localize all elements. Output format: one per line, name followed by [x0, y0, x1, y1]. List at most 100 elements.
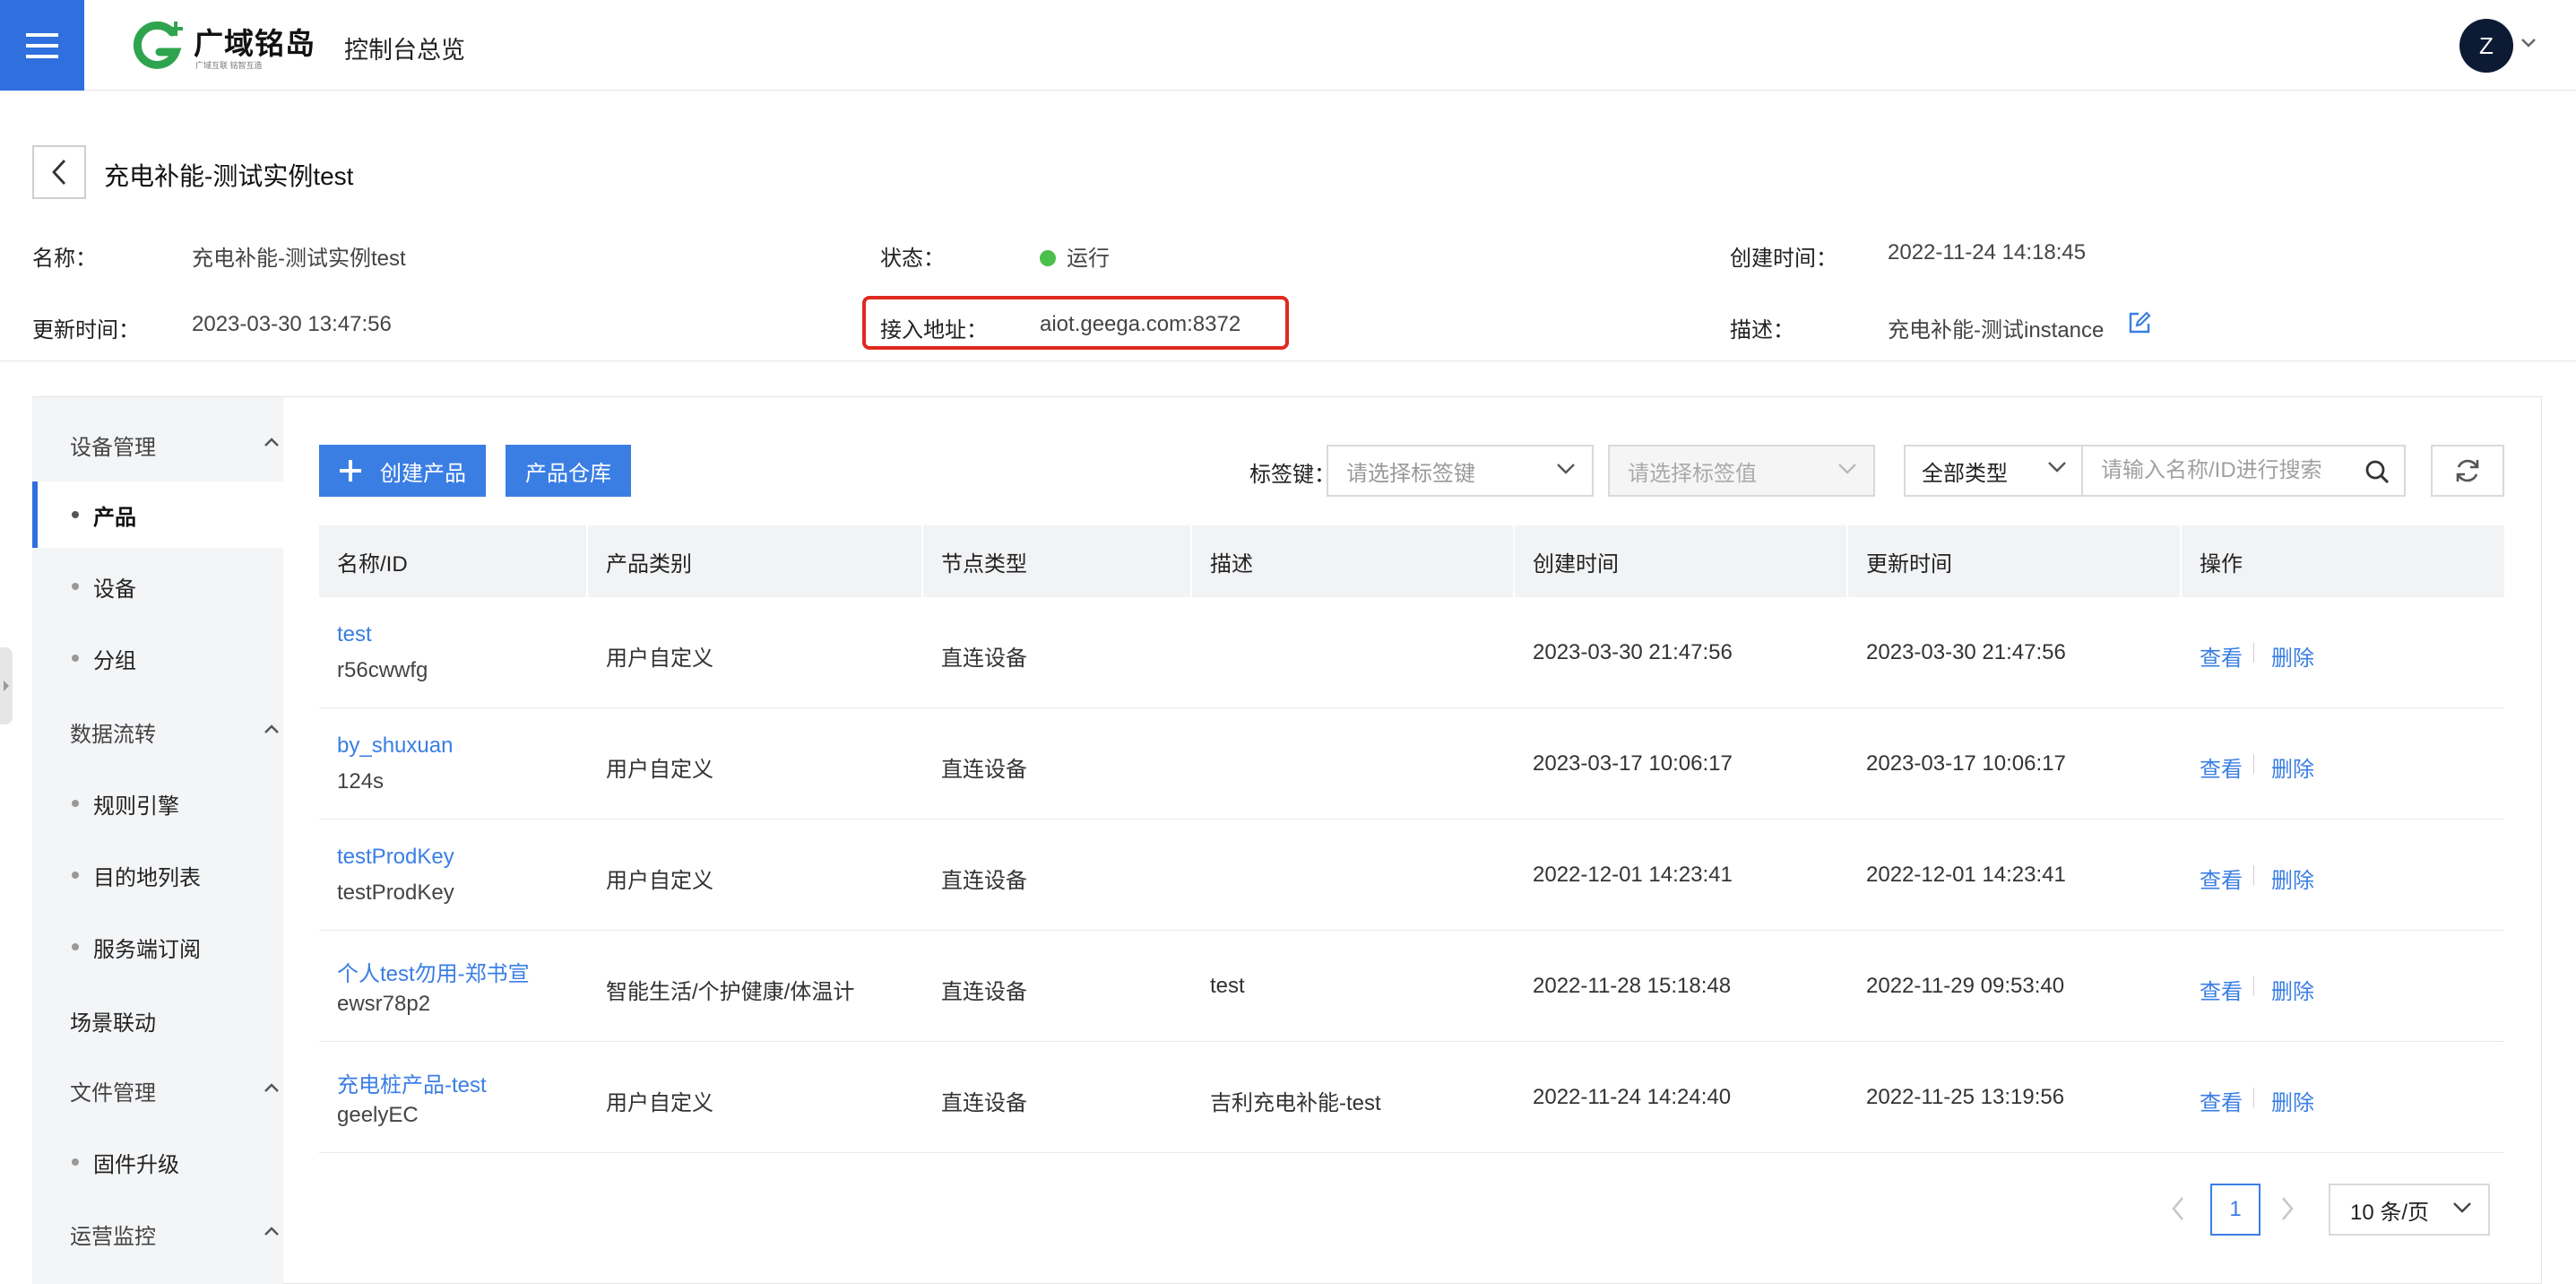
type-filter-select[interactable]: 全部类型	[1906, 447, 2083, 495]
status-text: 运行	[1067, 247, 1110, 271]
brand-logo[interactable]: 广域铭岛 广域互联 铭智互造	[131, 20, 319, 74]
search-input[interactable]	[2085, 447, 2354, 495]
bullet-icon	[72, 655, 79, 662]
tag-value-select[interactable]: 请选择标签值	[1608, 445, 1875, 497]
sidebar-item-rule-engine[interactable]: 规则引擎	[32, 770, 283, 837]
product-id: ewsr78p2	[337, 992, 431, 1016]
sidebar-item-scene-linkage[interactable]: 场景联动	[70, 1005, 156, 1037]
column-header-node-type: 节点类型	[941, 551, 1027, 577]
view-button[interactable]: 查看	[2200, 751, 2243, 783]
sidebar-item-device[interactable]: 设备	[32, 553, 283, 620]
sidebar-item-label: 固件升级	[93, 1152, 179, 1177]
sidebar-item-label: 产品	[93, 505, 136, 530]
node-type: 直连设备	[941, 980, 1027, 1004]
sidebar-item-group[interactable]: 分组	[32, 625, 283, 691]
product-category: 用户自定义	[606, 758, 713, 782]
chevron-down-icon	[1838, 464, 1856, 474]
sidebar-group-dataflow[interactable]: 数据流转	[70, 716, 156, 748]
updated-time: 2022-12-01 14:23:41	[1866, 863, 2066, 887]
product-name-link[interactable]: 充电桩产品-test	[337, 1067, 487, 1098]
refresh-icon	[2456, 459, 2479, 482]
product-description: 吉利充电补能-test	[1210, 1091, 1381, 1115]
bullet-icon	[72, 800, 79, 807]
tag-key-select[interactable]: 请选择标签键	[1327, 445, 1594, 497]
header-divider	[0, 360, 2576, 361]
table-row: test r56cwwfg 用户自定义 直连设备 2023-03-30 21:4…	[319, 597, 2504, 708]
product-name-link[interactable]: 个人test勿用-郑书宣	[337, 956, 530, 987]
view-button[interactable]: 查看	[2200, 863, 2243, 894]
node-type: 直连设备	[941, 869, 1027, 893]
edit-icon[interactable]	[2128, 311, 2151, 334]
column-header-category: 产品类别	[606, 551, 692, 577]
page-size-value: 10 条/页	[2350, 1200, 2430, 1225]
view-button[interactable]: 查看	[2200, 974, 2243, 1005]
view-button[interactable]: 查看	[2200, 1085, 2243, 1116]
user-avatar[interactable]: Z	[2459, 19, 2513, 73]
tag-key-label: 标签键：	[1249, 463, 1336, 487]
prev-page-icon[interactable]	[2171, 1196, 2185, 1221]
chevron-right-icon	[4, 681, 9, 691]
desc-label: 描述：	[1730, 318, 1794, 343]
page-1-button[interactable]: 1	[2210, 1184, 2260, 1236]
bullet-icon	[72, 872, 79, 879]
sidebar-item-label: 服务端订阅	[93, 937, 201, 962]
product-category: 用户自定义	[606, 646, 713, 671]
sidebar-item-destinations[interactable]: 目的地列表	[32, 842, 283, 908]
created-time: 2022-11-28 15:18:48	[1533, 974, 1732, 998]
type-filter-value: 全部类型	[1922, 461, 2008, 486]
chevron-up-icon[interactable]	[264, 1082, 280, 1093]
product-id: testProdKey	[337, 881, 454, 905]
search-group: 全部类型	[1904, 445, 2406, 497]
sidebar-item-product[interactable]: 产品	[32, 482, 283, 548]
updated-value: 2023-03-30 13:47:56	[192, 312, 392, 336]
sidebar-item-server-subscription[interactable]: 服务端订阅	[32, 914, 283, 980]
refresh-button[interactable]	[2431, 445, 2504, 497]
sidebar-group-device[interactable]: 设备管理	[70, 429, 156, 461]
status-dot-icon	[1040, 249, 1056, 266]
chevron-down-icon[interactable]	[2520, 38, 2537, 48]
hamburger-icon	[26, 32, 58, 58]
logo-mark-icon	[133, 21, 183, 69]
chevron-up-icon[interactable]	[264, 1226, 280, 1236]
view-button[interactable]: 查看	[2200, 640, 2243, 672]
next-page-icon[interactable]	[2280, 1196, 2295, 1221]
status-value: 运行	[1040, 240, 1110, 272]
delete-button[interactable]: 删除	[2271, 751, 2314, 783]
chevron-up-icon[interactable]	[264, 724, 280, 734]
updated-time: 2022-11-29 09:53:40	[1866, 974, 2065, 998]
sidebar-group-file[interactable]: 文件管理	[70, 1075, 156, 1106]
table-row: testProdKey testProdKey 用户自定义 直连设备 2022-…	[319, 820, 2504, 931]
back-button[interactable]	[32, 145, 86, 199]
page-size-select[interactable]: 10 条/页	[2329, 1184, 2490, 1236]
delete-button[interactable]: 删除	[2271, 640, 2314, 672]
product-name-link[interactable]: test	[337, 622, 372, 647]
sidebar-collapse-handle[interactable]	[0, 647, 13, 724]
created-value: 2022-11-24 14:18:45	[1888, 240, 2087, 265]
tag-key-placeholder: 请选择标签键	[1346, 461, 1475, 486]
node-type: 直连设备	[941, 646, 1027, 671]
delete-button[interactable]: 删除	[2271, 974, 2314, 1005]
plus-icon	[340, 460, 361, 482]
sidebar-item-firmware[interactable]: 固件升级	[32, 1129, 283, 1195]
product-name-link[interactable]: by_shuxuan	[337, 733, 453, 759]
delete-button[interactable]: 删除	[2271, 1085, 2314, 1116]
column-header-description: 描述	[1210, 551, 1253, 577]
product-warehouse-button[interactable]: 产品仓库	[506, 445, 631, 497]
table-row: 充电桩产品-test geelyEC 用户自定义 直连设备 吉利充电补能-tes…	[319, 1042, 2504, 1153]
create-product-button[interactable]: 创建产品	[319, 445, 486, 497]
console-title-link[interactable]: 控制台总览	[344, 30, 465, 65]
table-row: 个人test勿用-郑书宣 ewsr78p2 智能生活/个护健康/体温计 直连设备…	[319, 931, 2504, 1042]
menu-button[interactable]	[0, 0, 84, 91]
node-type: 直连设备	[941, 1091, 1027, 1115]
action-divider	[2253, 865, 2254, 885]
updated-label: 更新时间：	[32, 318, 140, 343]
chevron-up-icon[interactable]	[264, 437, 280, 447]
delete-button[interactable]: 删除	[2271, 863, 2314, 894]
sidebar-item-label: 目的地列表	[93, 865, 201, 890]
created-time: 2022-12-01 14:23:41	[1533, 863, 1733, 887]
product-name-link[interactable]: testProdKey	[337, 845, 454, 870]
created-time: 2023-03-30 21:47:56	[1533, 640, 1733, 664]
sidebar-item-label: 规则引擎	[93, 794, 179, 819]
search-icon[interactable]	[2364, 459, 2390, 484]
sidebar-group-ops[interactable]: 运营监控	[70, 1219, 156, 1250]
